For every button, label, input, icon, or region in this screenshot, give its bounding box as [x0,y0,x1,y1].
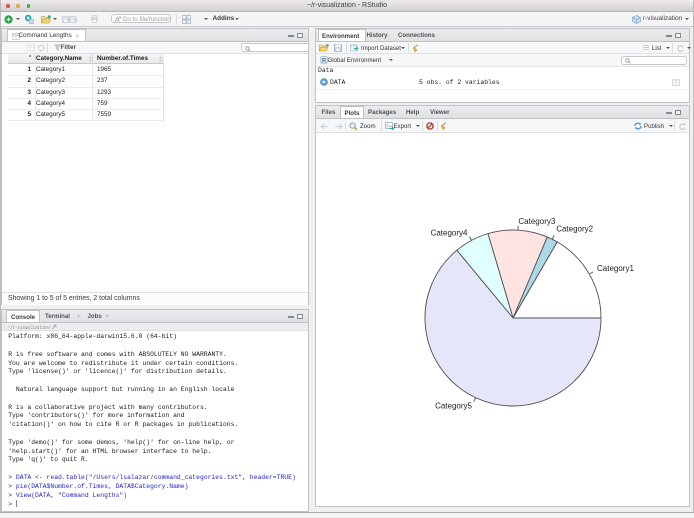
svg-text:Category3: Category3 [518,217,555,226]
svg-text:Category4: Category4 [431,228,468,237]
svg-text:Category2: Category2 [556,224,593,233]
svg-text:Category5: Category5 [435,401,472,410]
svg-text:Category1: Category1 [597,264,634,273]
svg-text:R: R [321,59,326,65]
